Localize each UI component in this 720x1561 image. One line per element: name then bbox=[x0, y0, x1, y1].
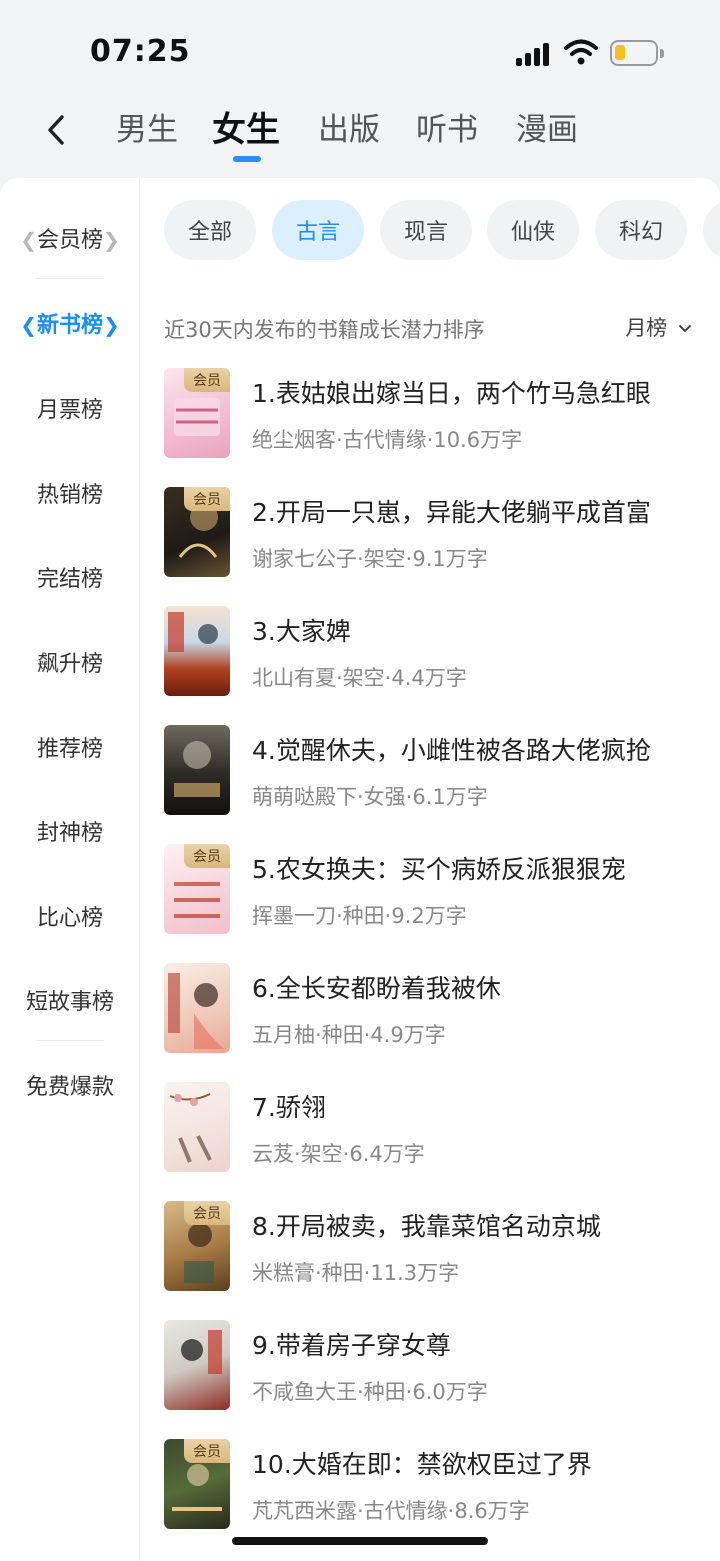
book-title: 1.表姑娘出嫁当日，两个竹马急红眼 bbox=[252, 379, 651, 408]
sort-label: 月榜 bbox=[625, 316, 668, 340]
vip-badge: 会员 bbox=[184, 487, 230, 511]
book-row[interactable]: 会员 2.开局一只崽，异能大佬躺平成首富 谢家七公子·架空·9.1万字 bbox=[164, 487, 720, 579]
laurel-left-icon: ❮ bbox=[20, 228, 37, 252]
signal-icon bbox=[516, 42, 550, 66]
sidebar-item-completed[interactable]: 完结榜 bbox=[0, 561, 140, 593]
book-row[interactable]: 3.大家婢 北山有夏·架空·4.4万字 bbox=[164, 606, 720, 698]
book-row[interactable]: 4.觉醒休夫，小雌性被各路大佬疯抢 萌萌哒殿下·女强·6.1万字 bbox=[164, 725, 720, 817]
sidebar-item-heart[interactable]: 比心榜 bbox=[0, 900, 140, 932]
sidebar-item-hall-of-fame[interactable]: 封神榜 bbox=[0, 815, 140, 847]
laurel-right-icon: ❯ bbox=[103, 313, 120, 337]
home-indicator bbox=[232, 1537, 488, 1545]
chevron-left-icon bbox=[48, 115, 64, 145]
book-row[interactable]: 会员 10.大婚在即：禁欲权臣过了界 芃芃西米露·古代情缘·8.6万字 bbox=[164, 1439, 720, 1531]
wifi-icon bbox=[564, 39, 598, 65]
book-title: 4.觉醒休夫，小雌性被各路大佬疯抢 bbox=[252, 736, 651, 765]
book-meta: 云芨·架空·6.4万字 bbox=[252, 1142, 425, 1166]
book-title: 7.骄翎 bbox=[252, 1093, 326, 1122]
book-row[interactable]: 7.骄翎 云芨·架空·6.4万字 bbox=[164, 1082, 720, 1174]
book-meta: 芃芃西米露·古代情缘·8.6万字 bbox=[252, 1499, 530, 1523]
sort-dropdown[interactable]: 月榜 bbox=[625, 312, 692, 342]
filter-chip-ancient[interactable]: 古言 bbox=[272, 200, 364, 260]
book-title: 5.农女换夫：买个病娇反派狠狠宠 bbox=[252, 855, 626, 884]
book-meta: 谢家七公子·架空·9.1万字 bbox=[252, 547, 488, 571]
filter-chip-modern[interactable]: 现言 bbox=[380, 200, 472, 260]
ranking-card: ❮会员榜❯ ❮新书榜❯ 月票榜 热销榜 完结榜 飙升榜 推荐榜 封神榜 比心榜 … bbox=[0, 178, 720, 1561]
book-cover bbox=[164, 725, 230, 815]
book-meta: 五月柚·种田·4.9万字 bbox=[252, 1023, 446, 1047]
tab-audiobook[interactable]: 听书 bbox=[416, 110, 478, 150]
laurel-right-icon: ❯ bbox=[103, 228, 120, 252]
book-meta: 绝尘烟客·古代情缘·10.6万字 bbox=[252, 428, 523, 452]
top-nav: 男生 女生 出版 听书 漫画 bbox=[0, 100, 720, 178]
book-meta: 萌萌哒殿下·女强·6.1万字 bbox=[252, 785, 488, 809]
vip-badge: 会员 bbox=[184, 1439, 230, 1463]
status-bar: 07:25 bbox=[0, 0, 720, 100]
vip-badge: 会员 bbox=[184, 844, 230, 868]
sidebar-item-rising[interactable]: 飙升榜 bbox=[0, 646, 140, 678]
filter-chip-xianxia[interactable]: 仙侠 bbox=[487, 200, 579, 260]
ranking-content: 全部 古言 现言 仙侠 科幻 近30天内发布的书籍成长潜力排序 月榜 会员 1.… bbox=[140, 178, 720, 1561]
book-cover bbox=[164, 606, 230, 696]
laurel-left-icon: ❮ bbox=[20, 313, 37, 337]
tab-male[interactable]: 男生 bbox=[116, 110, 178, 150]
sidebar-divider bbox=[36, 1040, 104, 1041]
battery-icon bbox=[610, 40, 664, 66]
list-description: 近30天内发布的书籍成长潜力排序 bbox=[164, 318, 485, 342]
book-row[interactable]: 会员 8.开局被卖，我靠菜馆名动京城 米糕膏·种田·11.3万字 bbox=[164, 1201, 720, 1293]
ranking-sidebar: ❮会员榜❯ ❮新书榜❯ 月票榜 热销榜 完结榜 飙升榜 推荐榜 封神榜 比心榜 … bbox=[0, 178, 140, 1561]
book-title: 2.开局一只崽，异能大佬躺平成首富 bbox=[252, 498, 651, 527]
book-title: 10.大婚在即：禁欲权臣过了界 bbox=[252, 1450, 592, 1479]
book-row[interactable]: 会员 5.农女换夫：买个病娇反派狠狠宠 挥墨一刀·种田·9.2万字 bbox=[164, 844, 720, 936]
book-title: 6.全长安都盼着我被休 bbox=[252, 974, 501, 1003]
sidebar-item-monthly-ticket[interactable]: 月票榜 bbox=[0, 392, 140, 424]
vip-badge: 会员 bbox=[184, 368, 230, 392]
sidebar-item-new[interactable]: ❮新书榜❯ bbox=[0, 307, 140, 339]
book-meta: 北山有夏·架空·4.4万字 bbox=[252, 666, 467, 690]
tab-publish[interactable]: 出版 bbox=[318, 110, 380, 150]
filter-chip-all[interactable]: 全部 bbox=[164, 200, 256, 260]
book-meta: 米糕膏·种田·11.3万字 bbox=[252, 1261, 460, 1285]
tab-female[interactable]: 女生 bbox=[212, 110, 280, 150]
vip-badge: 会员 bbox=[184, 1201, 230, 1225]
book-title: 8.开局被卖，我靠菜馆名动京城 bbox=[252, 1212, 601, 1241]
active-tab-indicator bbox=[233, 156, 261, 162]
sidebar-item-label: 会员榜 bbox=[36, 228, 103, 253]
sidebar-item-label: 新书榜 bbox=[36, 313, 103, 338]
sidebar-item-free-hits[interactable]: 免费爆款 bbox=[0, 1069, 140, 1101]
book-meta: 挥墨一刀·种田·9.2万字 bbox=[252, 904, 467, 928]
book-row[interactable]: 6.全长安都盼着我被休 五月柚·种田·4.9万字 bbox=[164, 963, 720, 1055]
book-title: 3.大家婢 bbox=[252, 617, 351, 646]
chevron-down-icon bbox=[679, 325, 691, 333]
sidebar-item-recommend[interactable]: 推荐榜 bbox=[0, 731, 140, 763]
filter-chip-more[interactable] bbox=[703, 200, 720, 260]
book-title: 9.带着房子穿女尊 bbox=[252, 1331, 451, 1360]
status-time: 07:25 bbox=[90, 34, 191, 69]
book-meta: 不咸鱼大王·种田·6.0万字 bbox=[252, 1380, 488, 1404]
sidebar-divider bbox=[36, 278, 104, 279]
book-row[interactable]: 9.带着房子穿女尊 不咸鱼大王·种田·6.0万字 bbox=[164, 1320, 720, 1412]
back-button[interactable] bbox=[38, 110, 74, 150]
tab-comics[interactable]: 漫画 bbox=[516, 110, 578, 150]
book-cover bbox=[164, 1320, 230, 1410]
sidebar-item-bestseller[interactable]: 热销榜 bbox=[0, 477, 140, 509]
sidebar-item-short-story[interactable]: 短故事榜 bbox=[0, 984, 140, 1016]
sidebar-item-vip[interactable]: ❮会员榜❯ bbox=[0, 222, 140, 254]
book-row[interactable]: 会员 1.表姑娘出嫁当日，两个竹马急红眼 绝尘烟客·古代情缘·10.6万字 bbox=[164, 368, 720, 460]
book-cover bbox=[164, 1082, 230, 1172]
book-cover bbox=[164, 963, 230, 1053]
filter-chip-scifi[interactable]: 科幻 bbox=[595, 200, 687, 260]
